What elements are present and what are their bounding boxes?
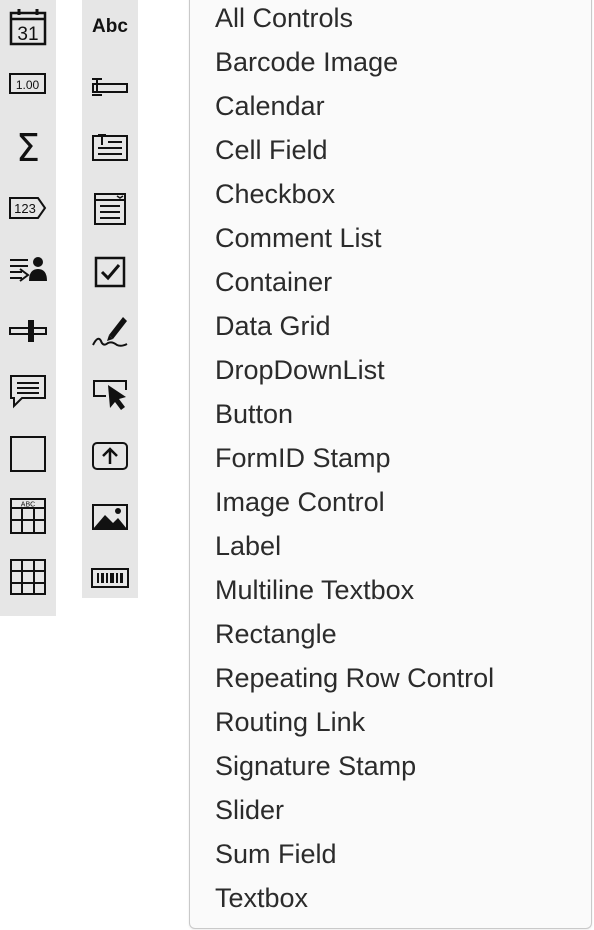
autonumber-tool[interactable]: 123 — [0, 177, 56, 239]
menu-item-image-control[interactable]: Image Control — [215, 480, 581, 524]
slider-icon — [9, 320, 47, 342]
menu-item-textbox[interactable]: Textbox — [215, 876, 581, 920]
controls-toolbar-right: Abc — [82, 0, 138, 598]
signature-icon — [92, 317, 128, 347]
dropdown-list-tool[interactable] — [82, 178, 138, 240]
table-icon — [10, 559, 46, 595]
menu-item-comment-list[interactable]: Comment List — [215, 216, 581, 260]
barcode-tool[interactable] — [82, 547, 138, 609]
controls-dropdown-menu: All Controls Barcode Image Calendar Cell… — [189, 0, 592, 929]
menu-item-all-controls[interactable]: All Controls — [215, 0, 581, 40]
autonumber-icon: 123 — [9, 197, 47, 219]
sum-tool[interactable]: Σ — [0, 116, 56, 178]
menu-item-button[interactable]: Button — [215, 392, 581, 436]
number-tool[interactable]: 1.00 — [0, 53, 56, 115]
barcode-icon — [91, 568, 129, 588]
menu-item-signature-stamp[interactable]: Signature Stamp — [215, 744, 581, 788]
number-value: 1.00 — [16, 78, 40, 92]
sum-glyph: Σ — [16, 126, 40, 169]
signature-stamp-tool[interactable] — [82, 300, 138, 362]
user-list-tool[interactable] — [0, 238, 56, 300]
autonumber-value: 123 — [14, 201, 36, 216]
menu-item-slider[interactable]: Slider — [215, 788, 581, 832]
menu-item-routing-link[interactable]: Routing Link — [215, 700, 581, 744]
upload-icon — [92, 442, 128, 470]
menu-item-checkbox[interactable]: Checkbox — [215, 172, 581, 216]
menu-item-container[interactable]: Container — [215, 260, 581, 304]
menu-item-multiline-textbox[interactable]: Multiline Textbox — [215, 568, 581, 612]
checkbox-tool[interactable] — [82, 241, 138, 303]
rectangle-tool[interactable] — [0, 423, 56, 485]
menu-item-calendar[interactable]: Calendar — [215, 84, 581, 128]
checkbox-icon — [94, 256, 126, 288]
upload-tool[interactable] — [82, 425, 138, 487]
number-field-icon: 1.00 — [9, 73, 46, 94]
calendar-tool[interactable]: 31 — [0, 0, 56, 58]
menu-item-sum-field[interactable]: Sum Field — [215, 832, 581, 876]
menu-item-label[interactable]: Label — [215, 524, 581, 568]
image-control-tool[interactable] — [82, 486, 138, 548]
dropdown-list-icon — [94, 193, 126, 225]
data-grid-icon: ABC — [10, 498, 46, 534]
image-icon — [92, 504, 128, 530]
textbox-icon — [92, 78, 128, 96]
calendar-day: 31 — [17, 24, 38, 45]
sum-icon: Σ — [16, 126, 40, 169]
textbox-tool[interactable] — [82, 55, 138, 117]
menu-item-dropdownlist[interactable]: DropDownList — [215, 348, 581, 392]
rectangle-icon — [10, 436, 46, 472]
table-tool[interactable] — [0, 546, 56, 608]
calendar-icon: 31 — [9, 9, 47, 46]
comment-list-tool[interactable] — [0, 360, 56, 422]
label-tool[interactable]: Abc — [82, 0, 138, 58]
menu-item-cell-field[interactable]: Cell Field — [215, 128, 581, 172]
comment-icon — [10, 375, 46, 409]
slider-tool[interactable] — [0, 300, 56, 362]
routing-link-tool[interactable] — [82, 363, 138, 425]
data-grid-tool[interactable]: ABC — [0, 485, 56, 547]
menu-item-rectangle[interactable]: Rectangle — [215, 612, 581, 656]
routing-link-icon — [93, 380, 127, 410]
menu-item-data-grid[interactable]: Data Grid — [215, 304, 581, 348]
user-list-icon — [10, 257, 47, 282]
multiline-textbox-icon — [92, 134, 128, 161]
label-text: Abc — [92, 16, 128, 37]
menu-item-formid-stamp[interactable]: FormID Stamp — [215, 436, 581, 480]
controls-toolbar-left: 31 1.00 Σ 123 ABC — [0, 0, 56, 616]
menu-item-repeating-row-control[interactable]: Repeating Row Control — [215, 656, 581, 700]
grid-header: ABC — [21, 502, 35, 509]
multiline-textbox-tool[interactable] — [82, 117, 138, 179]
menu-item-barcode-image[interactable]: Barcode Image — [215, 40, 581, 84]
